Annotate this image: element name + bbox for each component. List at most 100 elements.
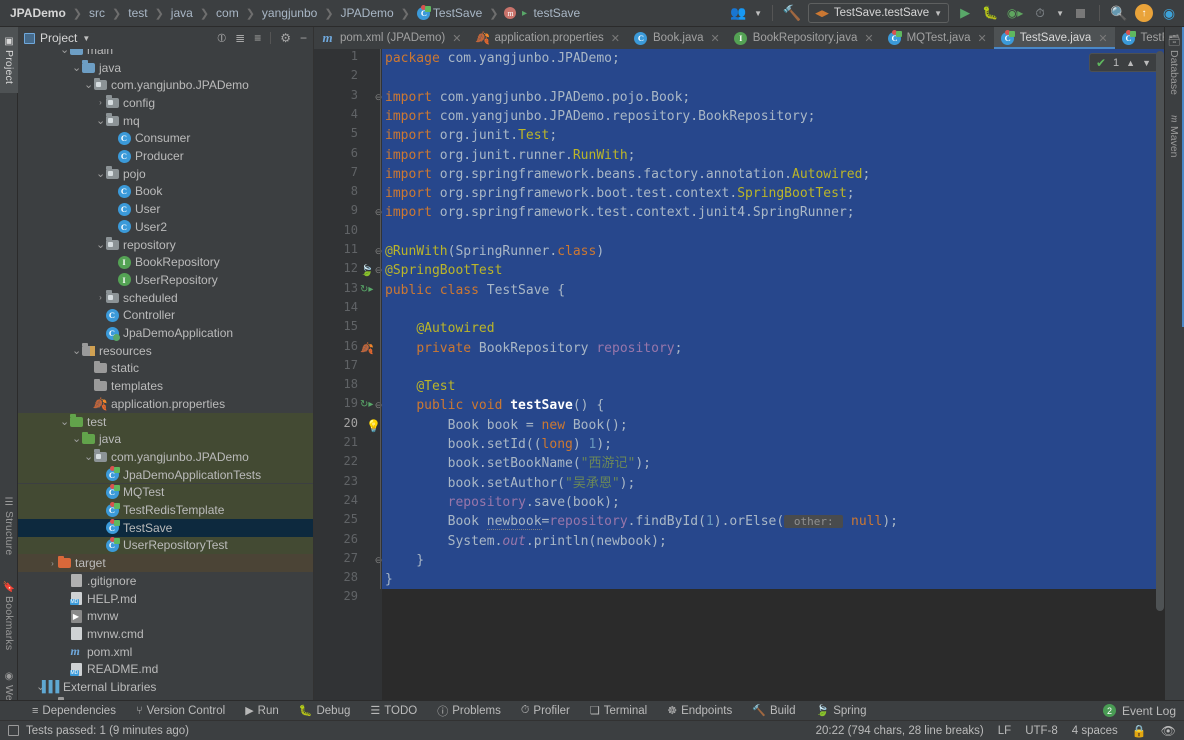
project-tree[interactable]: ⌄ main ⌄ java ⌄ com.yangjunbo.JPADemo › config ⌄…	[18, 49, 313, 713]
spring-bean-icon[interactable]: 🍂	[360, 342, 374, 355]
tree-item-mq[interactable]: ⌄ mq	[18, 112, 313, 130]
bottom-tab-run[interactable]: ▶ Run	[235, 701, 289, 721]
code-editor[interactable]: 1 2 3 4 5 6 7 8 9 10 11 12 13 14 15 16 17 18 19 20 21 22 23 24 2…	[314, 49, 1164, 713]
sidebar-item-database[interactable]: 🗃 Database	[1164, 27, 1184, 101]
tree-item-resources[interactable]: ⌄ resources	[18, 342, 313, 360]
tree-item-java[interactable]: ⌄ java	[18, 430, 313, 449]
tree-item-pom-xml[interactable]: m pom.xml	[18, 643, 313, 661]
editor-gutter[interactable]: 1 2 3 4 5 6 7 8 9 10 11 12 13 14 15 16 17 18 19 20 21 22 23 24 2…	[314, 49, 382, 713]
sidebar-item-project[interactable]: ▣ Project	[0, 27, 18, 93]
bottom-tab-spring[interactable]: 🍃 Spring	[806, 701, 877, 721]
inspection-eye-icon[interactable]: 👁	[1161, 724, 1176, 738]
chevron-right-icon[interactable]: ›	[48, 559, 57, 568]
locate-icon[interactable]: ⦶	[217, 31, 226, 46]
tree-item-userrepositorytest[interactable]: C UserRepositoryTest	[18, 536, 313, 555]
run-icon[interactable]: ▶	[956, 4, 974, 22]
run-configuration-selector[interactable]: ◀▶ TestSave.testSave ▼	[808, 3, 950, 23]
tree-item-repository[interactable]: ⌄ repository	[18, 236, 313, 254]
tree-item-static[interactable]: static	[18, 360, 313, 378]
editor-tab-bookrepository-java[interactable]: I BookRepository.java ✕	[727, 27, 881, 49]
chevron-down-icon[interactable]: ⌄	[96, 239, 105, 250]
editor-tab-pom-xml-jpademo[interactable]: m pom.xml (JPADemo) ✕	[314, 27, 468, 49]
chevron-down-icon[interactable]: ⌄	[96, 168, 105, 179]
breadcrumb-item-jpademo[interactable]: JPADemo	[339, 6, 396, 20]
bottom-tab-endpoints[interactable]: ☸ Endpoints	[657, 701, 742, 721]
stop-icon[interactable]	[1071, 4, 1089, 22]
hide-window-icon[interactable]: −	[300, 31, 307, 45]
tree-item-controller[interactable]: C Controller	[18, 307, 313, 325]
close-icon[interactable]: ✕	[1098, 32, 1107, 45]
file-encoding[interactable]: UTF-8	[1025, 725, 1058, 737]
tree-item-readme-md[interactable]: README.md	[18, 661, 313, 679]
spring-leaf-icon[interactable]: 🍃	[360, 264, 374, 277]
sidebar-item-maven[interactable]: m Maven	[1164, 107, 1184, 165]
run-test-icon[interactable]: ↻▸	[360, 399, 373, 410]
bottom-tab-version-control[interactable]: ⑂ Version Control	[126, 701, 235, 721]
lock-icon[interactable]: 🔒	[1132, 724, 1147, 738]
expand-all-icon[interactable]: ≣	[235, 31, 245, 45]
breadcrumb-item-test[interactable]: test	[126, 6, 149, 20]
tree-item-user[interactable]: C User	[18, 200, 313, 218]
editor-tab-mqtest-java[interactable]: C MQTest.java ✕	[881, 27, 994, 49]
tree-item-java[interactable]: ⌄ java	[18, 59, 313, 77]
editor-tab-book-java[interactable]: C Book.java ✕	[627, 27, 727, 49]
bottom-tab-terminal[interactable]: ❑ Terminal	[580, 701, 657, 721]
bottom-tab-problems[interactable]: ⓘ Problems	[427, 701, 511, 721]
breadcrumb-item-com[interactable]: com	[214, 6, 241, 20]
profile-icon[interactable]: ⏱	[1031, 4, 1049, 22]
tree-item-mvnw[interactable]: ▶ mvnw	[18, 607, 313, 625]
close-icon[interactable]: ✕	[864, 32, 873, 45]
chevron-right-icon[interactable]: ›	[96, 98, 105, 107]
sidebar-item-bookmarks[interactable]: 🔖 Bookmarks	[0, 572, 18, 658]
chevron-down-icon[interactable]: ▼	[754, 9, 762, 18]
close-icon[interactable]: ✕	[711, 32, 720, 45]
chevron-down-icon[interactable]: ⌄	[72, 345, 81, 356]
run-test-icon[interactable]: ↻▸	[360, 284, 373, 295]
prev-problem-icon[interactable]: ▲	[1126, 58, 1135, 68]
tree-item-application-properties[interactable]: 🍂 application.properties	[18, 395, 313, 413]
tree-item-com-yangjunbo-jpademo[interactable]: ⌄ com.yangjunbo.JPADemo	[18, 76, 313, 94]
tree-item-gitignore[interactable]: .gitignore	[18, 572, 313, 590]
tree-item-target[interactable]: › target	[18, 554, 313, 572]
tree-item-test[interactable]: ⌄ test	[18, 412, 313, 431]
code-content[interactable]: package com.yangjunbo.JPADemo; import com…	[380, 49, 1164, 713]
breadcrumb-item-testsave-method[interactable]: testSave	[531, 6, 582, 20]
chevron-down-icon[interactable]: ⌄	[96, 115, 105, 126]
tree-item-testredistemplate[interactable]: C TestRedisTemplate	[18, 501, 313, 519]
breadcrumb-item-java[interactable]: java	[169, 6, 195, 20]
bottom-tab-dependencies[interactable]: ≡ Dependencies	[22, 701, 126, 721]
tree-item-templates[interactable]: templates	[18, 377, 313, 395]
tree-item-bookrepository[interactable]: I BookRepository	[18, 253, 313, 271]
next-problem-icon[interactable]: ▼	[1142, 58, 1151, 68]
chevron-down-icon[interactable]: ⌄	[84, 451, 93, 462]
tree-item-testsave[interactable]: C TestSave	[18, 518, 313, 537]
tree-item-consumer[interactable]: C Consumer	[18, 130, 313, 148]
tree-item-help-md[interactable]: HELP.md	[18, 590, 313, 608]
intention-bulb-icon[interactable]: 💡	[366, 419, 381, 433]
chevron-down-icon[interactable]: ▼	[82, 34, 90, 43]
run-with-coverage-icon[interactable]: ◉▸	[1006, 4, 1024, 22]
tree-item-mvnw-cmd[interactable]: mvnw.cmd	[18, 625, 313, 643]
bottom-tab-build[interactable]: 🔨 Build	[742, 701, 805, 721]
chevron-down-icon[interactable]: ⌄	[84, 80, 93, 91]
bottom-tab-debug[interactable]: 🐛 Debug	[289, 701, 361, 721]
tree-item-scheduled[interactable]: › scheduled	[18, 289, 313, 307]
breadcrumb-item-project[interactable]: JPADemo	[8, 6, 68, 20]
editor-scrollbar[interactable]	[1156, 51, 1164, 611]
bottom-tab-profiler[interactable]: ⏱ Profiler	[511, 701, 580, 721]
close-icon[interactable]: ✕	[611, 32, 620, 45]
event-log-area[interactable]: 2 Event Log	[1102, 704, 1184, 718]
ide-logo-icon[interactable]: ◉	[1160, 4, 1178, 22]
hammer-icon[interactable]: 🔨	[783, 4, 802, 22]
sidebar-item-structure[interactable]: ☰ Structure	[0, 487, 18, 565]
editor-tab-application-properties[interactable]: 🍂 application.properties ✕	[468, 27, 627, 49]
bottom-tab-todo[interactable]: ☰ TODO	[360, 701, 427, 721]
chevron-down-icon[interactable]: ⌄	[72, 62, 81, 73]
tree-item-main[interactable]: ⌄ main	[18, 49, 313, 59]
chevron-down-icon[interactable]: ⌄	[60, 49, 69, 55]
caret-position[interactable]: 20:22 (794 chars, 28 line breaks)	[816, 725, 984, 737]
chevron-down-icon[interactable]: ⌄	[60, 416, 69, 427]
chevron-down-icon[interactable]: ▼	[1056, 9, 1064, 18]
tree-item-mqtest[interactable]: C MQTest	[18, 483, 313, 502]
close-icon[interactable]: ✕	[977, 32, 986, 45]
